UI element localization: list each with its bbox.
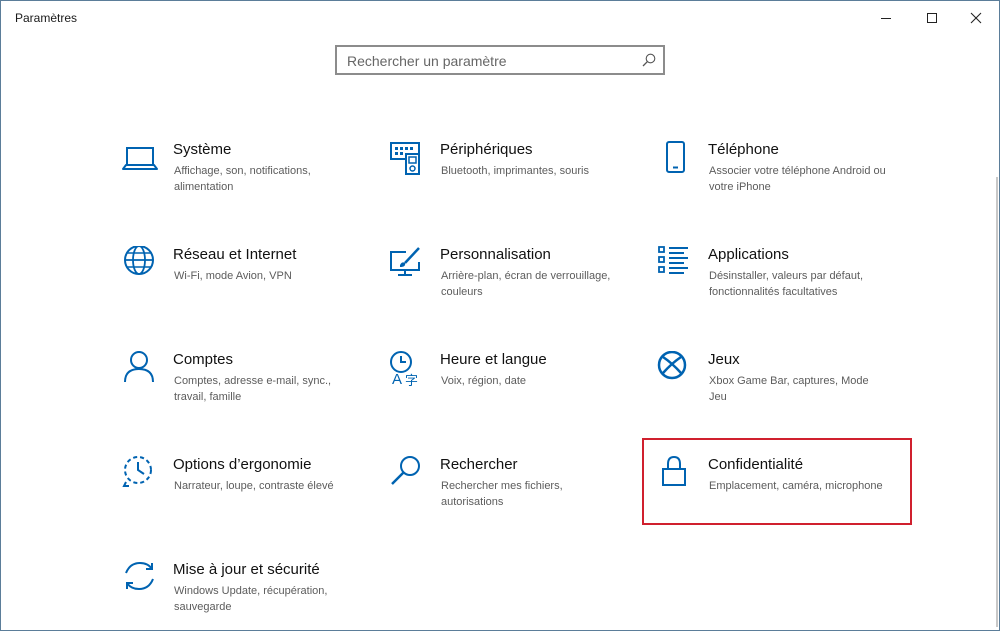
tile-description: Arrière-plan, écran de verrouillage, cou… [441,270,611,298]
apps-list-icon [658,246,688,274]
scrollbar[interactable] [996,177,998,627]
settings-window: Paramètres Rechercher un paramètre Systè… [0,0,1000,631]
ease-of-access-icon [122,456,152,487]
tile-name: Périphériques [440,141,533,158]
close-button[interactable] [953,1,999,35]
title-bar[interactable]: Paramètres [1,1,999,35]
phone-icon [666,141,685,173]
time-language-icon: A 字 [390,351,418,388]
tile-name: Mise à jour et sécurité [173,561,320,578]
tile-description: Désinstaller, valeurs par défaut, foncti… [709,270,864,298]
tile-name: Téléphone [708,141,779,158]
tile-name: Jeux [708,351,740,368]
search-input[interactable]: Rechercher un paramètre [335,45,665,75]
tile-rechercher[interactable]: Rechercher Rechercher mes fichiers, auto… [388,456,638,536]
tile-description: Affichage, son, notifications, alimentat… [174,165,311,193]
update-icon [125,561,154,591]
tile-telephone[interactable]: Téléphone Associer votre téléphone Andro… [656,141,906,221]
tile-name: Comptes [173,351,234,368]
close-icon [970,12,982,24]
maximize-button[interactable] [909,1,955,35]
tile-name: Personnalisation [440,246,551,263]
person-icon [124,351,154,383]
tile-description: Comptes, adresse e-mail, sync., travail,… [174,375,332,403]
search-icon [391,456,420,485]
tile-description: Rechercher mes fichiers, autorisations [441,480,563,508]
paint-icon [390,247,420,276]
svg-text:A: A [392,371,402,388]
tile-personnalisation[interactable]: Personnalisation Arrière-plan, écran de … [388,246,638,326]
tile-ergonomie[interactable]: Options d’ergonomie Narrateur, loupe, co… [121,456,371,536]
tile-description: Xbox Game Bar, captures, Mode Jeu [709,375,869,403]
xbox-icon [657,351,687,380]
tile-description: Bluetooth, imprimantes, souris [441,165,589,177]
tile-name: Système [173,141,232,158]
search-icon [642,53,656,67]
tile-name: Rechercher [440,456,518,473]
globe-icon [124,246,154,275]
tile-description: Wi-Fi, mode Avion, VPN [174,270,292,282]
minimize-icon [881,18,891,19]
tile-systeme[interactable]: Système Affichage, son, notifications, a… [121,141,371,221]
tile-description: Narrateur, loupe, contraste élevé [174,480,334,492]
tile-reseau[interactable]: Réseau et Internet Wi-Fi, mode Avion, VP… [121,246,371,326]
tile-peripheriques[interactable]: Périphériques Bluetooth, imprimantes, so… [388,141,638,221]
tile-maj[interactable]: Mise à jour et sécurité Windows Update, … [121,561,371,630]
tile-name: Heure et langue [440,351,547,368]
keyboard-icon [390,142,420,175]
tile-jeux[interactable]: Jeux Xbox Game Bar, captures, Mode Jeu [656,351,906,431]
tile-comptes[interactable]: Comptes Comptes, adresse e-mail, sync., … [121,351,371,431]
tile-heure[interactable]: A 字 Heure et langue Voix, région, date [388,351,638,431]
minimize-button[interactable] [863,1,909,35]
tile-description: Voix, région, date [441,375,527,387]
window-title: Paramètres [15,11,78,25]
maximize-icon [927,13,937,23]
laptop-icon [122,147,158,170]
svg-text:字: 字 [405,373,418,388]
tile-description: Associer votre téléphone Android ou votr… [709,165,886,193]
tile-name: Options d’ergonomie [173,456,312,473]
tile-applications[interactable]: Applications Désinstaller, valeurs par d… [656,246,906,326]
tile-name: Applications [708,246,789,263]
tile-description: Windows Update, récupération, sauvegarde [174,585,328,613]
highlight-box [642,438,912,525]
search-placeholder: Rechercher un paramètre [347,53,507,69]
tile-name: Réseau et Internet [173,246,297,263]
